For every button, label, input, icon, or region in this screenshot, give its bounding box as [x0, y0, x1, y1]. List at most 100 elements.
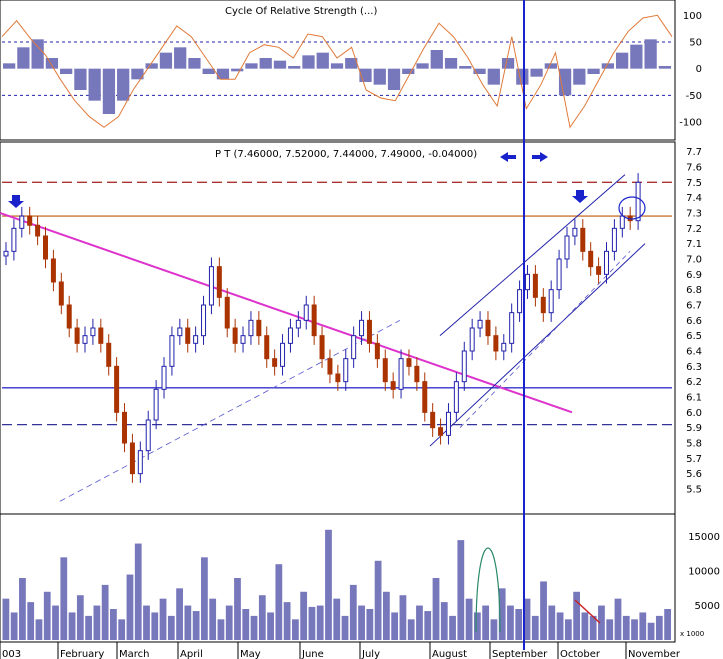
price-body — [153, 388, 159, 421]
price-body — [351, 335, 357, 360]
volume-bar — [176, 588, 183, 640]
month-label: June — [301, 649, 324, 659]
volume-bar — [416, 605, 423, 640]
month-label: March — [119, 649, 149, 659]
price-body — [509, 312, 515, 344]
volume-bar — [341, 615, 349, 640]
price-body — [35, 224, 41, 237]
volume-bar — [564, 619, 572, 640]
price-body — [280, 342, 286, 367]
price-body — [11, 227, 17, 252]
volume-unit-label: x 1000 — [680, 630, 704, 638]
price-body — [137, 450, 143, 475]
volume-bar — [93, 605, 101, 640]
price-body — [343, 358, 349, 383]
month-label: May — [240, 649, 261, 659]
oscillator-bar — [188, 58, 201, 69]
price-tick-label: 7.5 — [686, 178, 702, 189]
price-body — [129, 442, 135, 475]
oscillator-bar — [74, 68, 87, 90]
price-body — [50, 258, 56, 283]
price-tick-label: 7.1 — [686, 239, 702, 250]
price-tick-label: 5.9 — [686, 423, 702, 434]
price-body — [272, 358, 278, 367]
price-body — [224, 296, 230, 329]
oscillator-bar — [3, 63, 16, 69]
volume-bar — [101, 584, 109, 640]
volume-bar — [234, 578, 241, 640]
price-tick-label: 6.8 — [686, 285, 702, 296]
volume-bar — [382, 591, 390, 640]
price-body — [145, 419, 151, 452]
volume-bar — [2, 598, 10, 640]
oscillator-bar — [288, 66, 301, 69]
price-body — [295, 319, 301, 329]
volume-bar — [110, 609, 117, 640]
price-body — [19, 215, 25, 229]
oscillator-bar — [416, 63, 429, 69]
volume-bar — [192, 611, 200, 640]
oscillator-bar — [273, 60, 287, 69]
volume-bar — [366, 609, 374, 640]
oscillator-bar — [487, 68, 500, 85]
oscillator-bar — [373, 68, 386, 85]
price-body — [603, 250, 609, 275]
price-tick-label: 6.2 — [686, 377, 702, 388]
price-body — [422, 381, 428, 413]
price-body — [596, 266, 602, 275]
price-tick-label: 7.0 — [686, 255, 702, 266]
volume-bar — [374, 560, 382, 640]
volume-bar — [581, 612, 589, 640]
volume-bar — [76, 595, 84, 640]
price-tick-label: 6.6 — [686, 316, 702, 327]
price-body — [366, 319, 372, 344]
oscillator-bar — [102, 68, 116, 114]
volume-bar — [391, 612, 399, 640]
price-body — [122, 411, 128, 444]
oscillator-bar — [145, 63, 158, 69]
price-body — [193, 335, 199, 344]
price-body — [430, 411, 436, 429]
volume-bar — [465, 598, 473, 640]
volume-bar — [432, 578, 440, 640]
volume-bar — [622, 615, 630, 640]
oscillator-bar — [88, 68, 101, 101]
volume-bar — [349, 584, 357, 640]
volume-bar — [316, 605, 324, 640]
price-body — [572, 227, 578, 237]
price-body — [264, 335, 270, 360]
price-tick-label: 5.6 — [686, 469, 702, 480]
price-body — [469, 327, 475, 352]
price-tick-label: 6.7 — [686, 301, 702, 312]
price-body — [248, 319, 254, 337]
price-body — [208, 266, 214, 306]
price-tick-label: 6.4 — [686, 347, 702, 358]
volume-bar — [449, 615, 456, 640]
volume-bar — [201, 557, 208, 640]
volume-bar — [10, 612, 18, 640]
oscillator-bar — [644, 39, 657, 69]
price-body — [453, 381, 459, 413]
volume-bar — [507, 605, 514, 640]
volume-bar — [209, 598, 217, 640]
price-title: P T (7.46000, 7.52000, 7.44000, 7.49000,… — [215, 149, 477, 160]
price-tick-label: 7.3 — [686, 209, 702, 220]
price-tick-label: 6.0 — [686, 408, 702, 419]
volume-bar — [60, 557, 68, 640]
price-tick-label: 6.9 — [686, 270, 702, 281]
price-tick-label: 7.2 — [686, 224, 702, 235]
price-body — [359, 319, 365, 337]
price-body — [335, 373, 341, 383]
price-tick-label: 6.3 — [686, 362, 702, 373]
price-body — [485, 319, 491, 337]
volume-bar — [85, 615, 92, 640]
volume-bar — [655, 615, 663, 640]
volume-tick-label: 5000 — [695, 601, 720, 612]
volume-bar — [242, 609, 250, 640]
volume-tick-label: 15000 — [688, 532, 720, 543]
price-body — [161, 365, 167, 390]
oscillator-bar — [231, 68, 244, 72]
volume-bar — [473, 612, 481, 640]
volume-bar — [631, 619, 638, 640]
price-body — [185, 327, 191, 344]
